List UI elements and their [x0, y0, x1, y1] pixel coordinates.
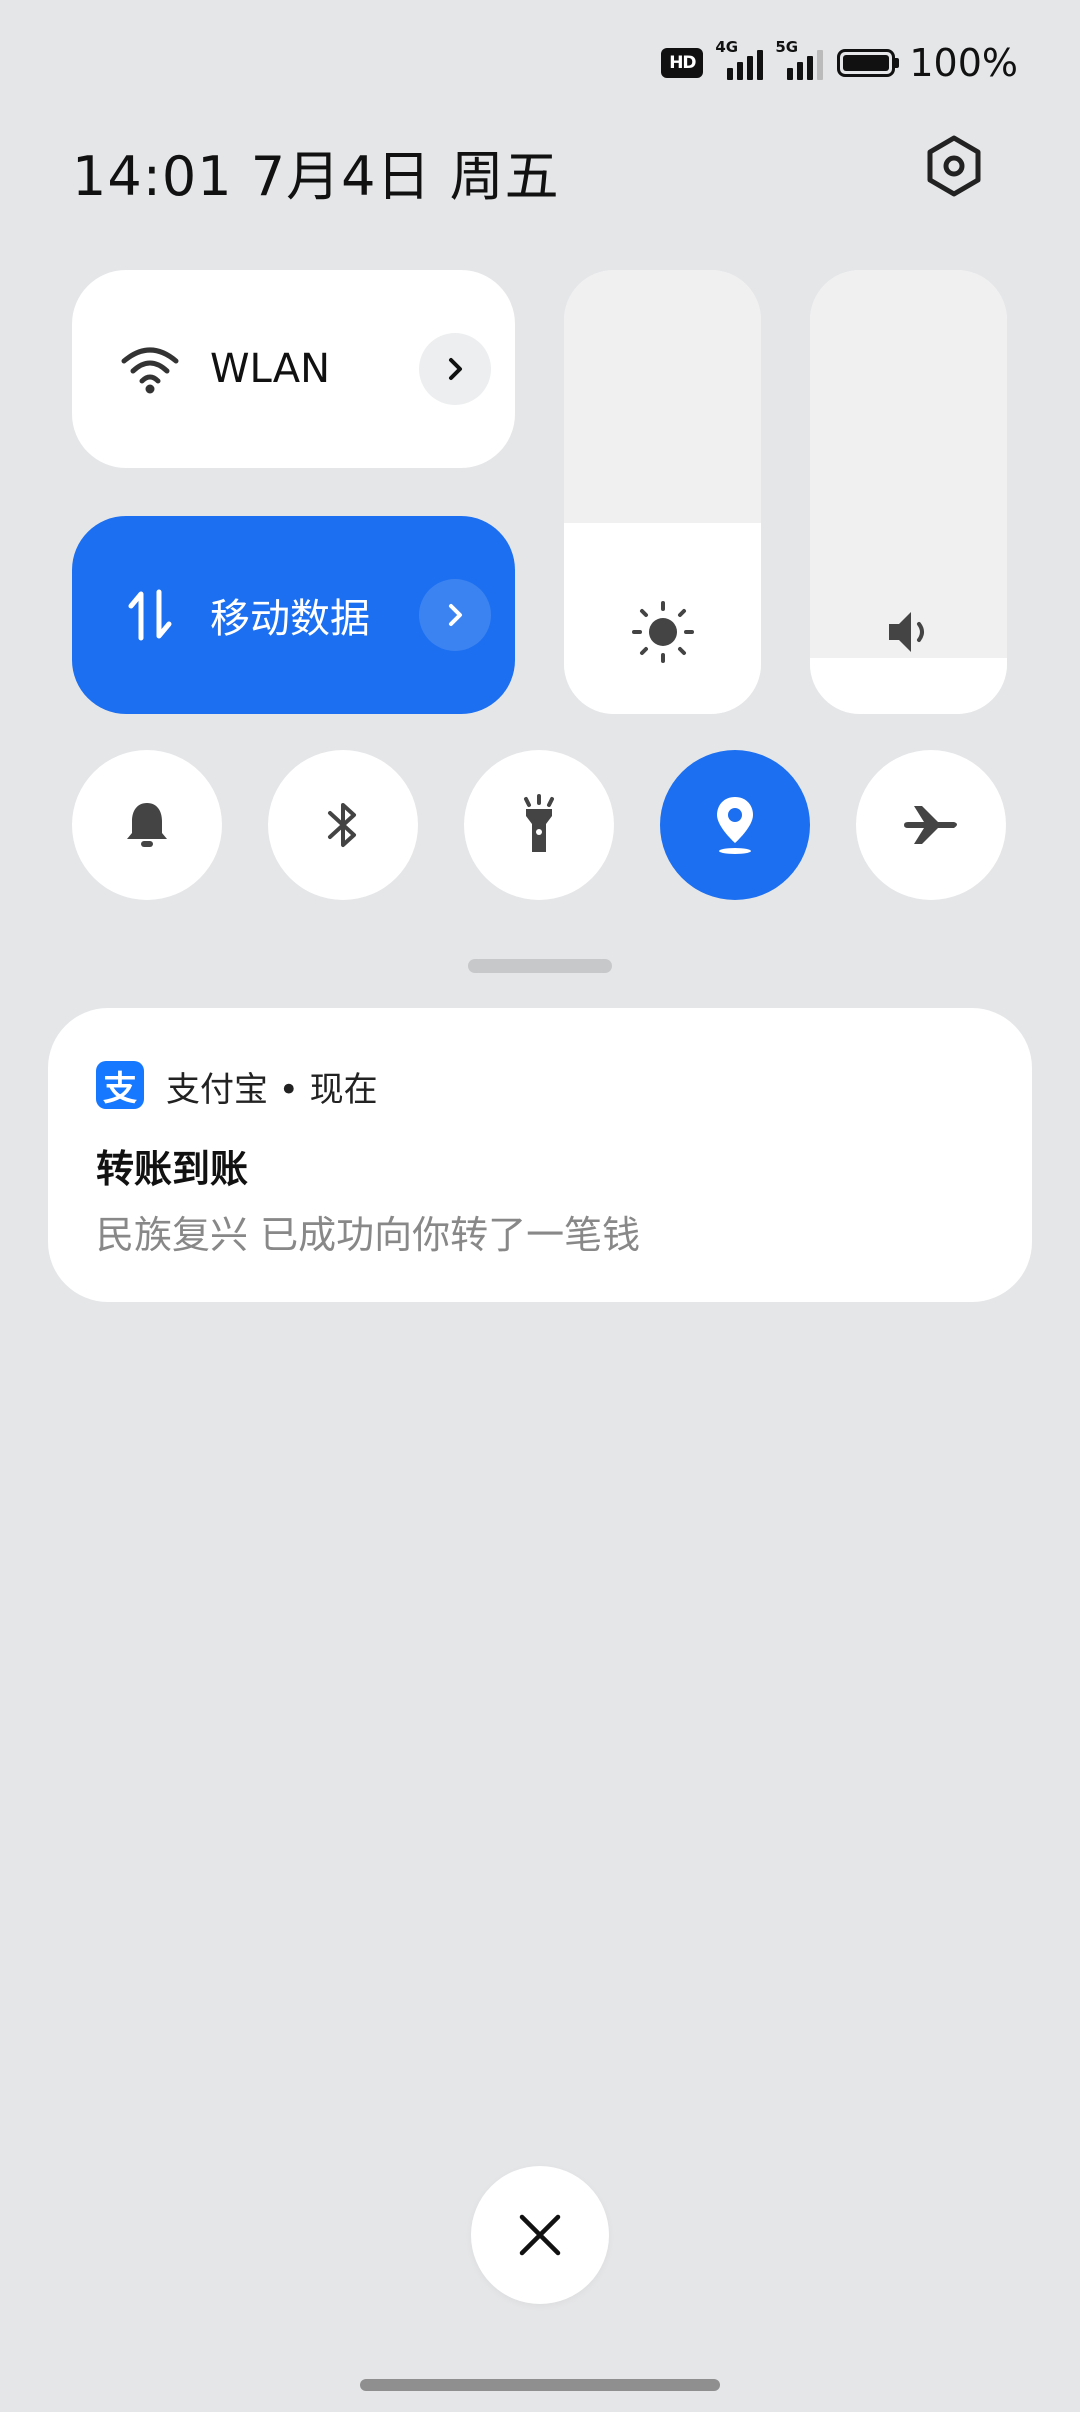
notification-app-name: 支付宝 • 现在 [166, 1070, 378, 1110]
brightness-track [564, 270, 761, 523]
alipay-app-icon: 支 [96, 1061, 144, 1109]
wlan-tile[interactable]: WLAN [72, 270, 515, 468]
net-4g-label: 4G [715, 38, 739, 56]
datetime: 14:01 7月4日 周五 [72, 145, 560, 208]
bluetooth-toggle[interactable] [268, 750, 418, 900]
signal-5g-icon: 5G [775, 38, 824, 80]
airplane-mode-toggle[interactable] [856, 750, 1006, 900]
wlan-label: WLAN [210, 346, 331, 392]
wifi-icon [116, 335, 184, 403]
data-transfer-icon [116, 581, 184, 649]
brightness-slider[interactable] [564, 270, 761, 714]
flashlight-icon [524, 794, 554, 852]
sun-icon [631, 600, 695, 664]
volume-fill [810, 658, 1007, 714]
mobile-data-label: 移动数据 [210, 596, 370, 642]
status-bar: HD 4G 5G 100% [0, 0, 1080, 130]
battery-icon [837, 49, 900, 77]
bluetooth-icon [328, 803, 356, 847]
home-indicator[interactable] [360, 2379, 720, 2391]
clear-notifications-button[interactable] [471, 2166, 609, 2304]
app-icon-glyph: 支 [103, 1068, 137, 1109]
status-icons: HD 4G 5G 100% [661, 38, 1018, 88]
settings-button[interactable] [920, 132, 988, 200]
location-toggle[interactable] [660, 750, 810, 900]
do-not-disturb-toggle[interactable] [72, 750, 222, 900]
hd-voice-icon: HD [661, 48, 704, 78]
close-icon [519, 2214, 561, 2256]
flashlight-toggle[interactable] [464, 750, 614, 900]
settings-hexagon-icon [927, 135, 981, 197]
notification-body: 民族复兴 已成功向你转了一笔钱 [96, 1213, 641, 1257]
bell-icon [127, 803, 167, 847]
location-pin-icon [717, 797, 753, 854]
airplane-icon [904, 806, 957, 844]
hd-label: HD [669, 53, 696, 73]
notification-title: 转账到账 [96, 1147, 249, 1191]
wlan-expand-button[interactable] [419, 333, 491, 405]
battery-percent: 100% [909, 41, 1018, 85]
signal-4g-icon: 4G [715, 38, 764, 80]
mobile-data-tile[interactable]: 移动数据 [72, 516, 515, 714]
drag-handle[interactable] [468, 959, 612, 973]
mobile-data-expand-button[interactable] [419, 579, 491, 651]
chevron-right-icon [449, 358, 462, 380]
speaker-icon [877, 600, 941, 664]
net-5g-label: 5G [775, 38, 799, 56]
chevron-right-icon [449, 604, 462, 626]
alipay-notification[interactable]: 支 支付宝 • 现在 转账到账 民族复兴 已成功向你转了一笔钱 [48, 1008, 1032, 1302]
volume-slider[interactable] [810, 270, 1007, 714]
